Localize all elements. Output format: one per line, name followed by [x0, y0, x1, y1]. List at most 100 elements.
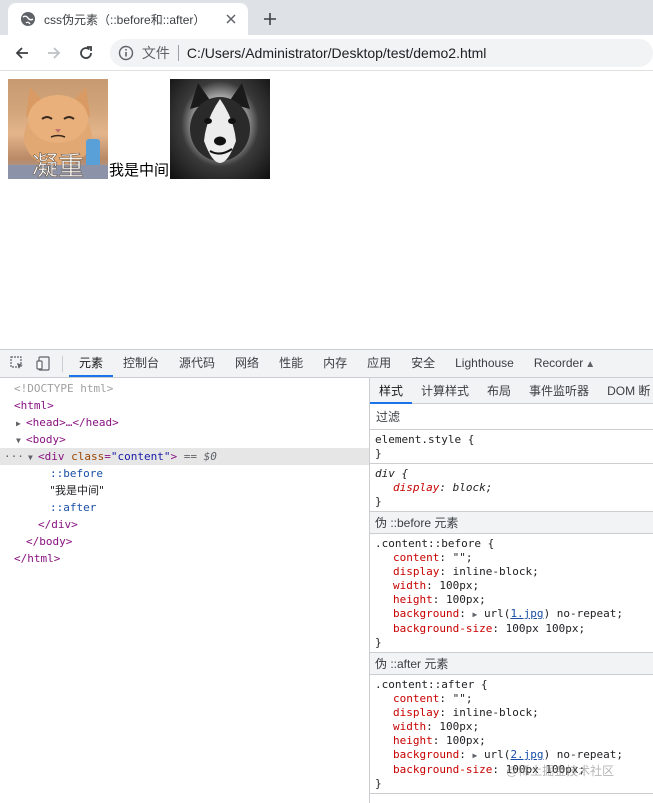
collapse-triangle-icon[interactable]: ▼ — [28, 449, 38, 466]
browser-tab[interactable]: css伪元素（::before和::after） — [8, 3, 248, 35]
dom-tree: <!DOCTYPE html> <html> ▶ <head>…</head> ▼… — [0, 378, 370, 803]
dom-line-div-selected[interactable]: ··· ▼ <div class="content"> == $0 — [0, 448, 369, 465]
html-open-tag: <html> — [14, 399, 54, 412]
cat-image: 凝重 — [8, 79, 108, 179]
url-text[interactable]: C:/Users/Administrator/Desktop/test/demo… — [187, 45, 487, 61]
decl-background-size[interactable]: background-size: 100px 100px; — [375, 622, 653, 636]
globe-icon — [20, 11, 36, 27]
styles-filter-input[interactable]: 过滤 — [370, 404, 653, 430]
tab-lighthouse[interactable]: Lighthouse — [445, 350, 524, 377]
body-open-tag: <body> — [26, 433, 66, 446]
image-link-2[interactable]: 2.jpg — [510, 748, 543, 761]
body-close-tag: </body> — [26, 535, 73, 548]
doctype-text: <!DOCTYPE html> — [14, 382, 114, 395]
dom-line-html[interactable]: <html> — [0, 397, 369, 414]
decl-display: display: block; — [393, 481, 493, 494]
tab-computed[interactable]: 计算样式 — [412, 378, 478, 404]
decl-width[interactable]: width: 100px; — [375, 720, 653, 734]
reload-button[interactable] — [72, 39, 100, 67]
ellipsis-icon[interactable]: ··· — [4, 448, 24, 465]
before-section-header: 伪 ::before 元素 — [370, 512, 653, 534]
after-pseudo: ::after — [50, 501, 97, 514]
devtools-panel: 元素 控制台 源代码 网络 性能 内存 应用 安全 Lighthouse Rec… — [0, 349, 653, 803]
collapse-triangle-icon[interactable]: ▼ — [16, 432, 26, 449]
plus-icon — [264, 13, 276, 25]
dom-line-div-close[interactable]: </div> — [0, 516, 369, 533]
filter-placeholder: 过滤 — [376, 410, 401, 424]
html-close-tag: </html> — [14, 552, 61, 565]
back-button[interactable] — [8, 39, 36, 67]
tab-styles[interactable]: 样式 — [370, 378, 413, 404]
dom-line-html-close[interactable]: </html> — [0, 550, 369, 567]
omnibox-separator — [177, 44, 179, 61]
tab-dom-breakpoints[interactable]: DOM 断 — [598, 378, 653, 404]
tab-event-listeners[interactable]: 事件监听器 — [520, 378, 598, 404]
tab-security[interactable]: 安全 — [401, 350, 445, 377]
tab-recorder-label: Recorder — [533, 356, 584, 370]
styles-pane: 样式 计算样式 布局 事件监听器 DOM 断 过滤 element.style … — [370, 378, 653, 803]
tab-recorder[interactable]: Recorder ▲ — [524, 350, 605, 377]
rule-element-style[interactable]: element.style { } — [370, 430, 653, 464]
expand-triangle-icon[interactable]: ▶ — [16, 415, 26, 432]
head-collapsed-tag: <head>…</head> — [26, 416, 119, 429]
tab-sources[interactable]: 源代码 — [169, 350, 225, 377]
devtools-tabbar: 元素 控制台 源代码 网络 性能 内存 应用 安全 Lighthouse Rec… — [0, 350, 653, 378]
new-tab-button[interactable] — [258, 7, 282, 31]
devtools-body: <!DOCTYPE html> <html> ▶ <head>…</head> ▼… — [0, 378, 653, 803]
dom-line-text[interactable]: "我是中间" — [0, 482, 369, 499]
cat-caption: 凝重 — [32, 152, 84, 179]
arrow-right-icon — [47, 46, 61, 59]
dom-line-before[interactable]: ::before — [0, 465, 369, 482]
decl-content[interactable]: content: ""; — [375, 692, 653, 706]
dom-line-doctype[interactable]: <!DOCTYPE html> — [0, 380, 369, 397]
tab-layout[interactable]: 布局 — [478, 378, 520, 404]
after-section-header: 伪 ::after 元素 — [370, 653, 653, 675]
address-bar[interactable]: 文件 C:/Users/Administrator/Desktop/test/d… — [109, 38, 653, 67]
page-viewport: 凝重 我是中间 — [0, 71, 653, 349]
rule-content-before[interactable]: .content::before { content: ""; display:… — [370, 534, 653, 653]
decl-display[interactable]: display: inline-block; — [375, 706, 653, 720]
div-attr-value: "content" — [110, 450, 171, 463]
inspect-element-icon[interactable] — [4, 351, 30, 377]
decl-content[interactable]: content: ""; — [375, 551, 653, 565]
div-open-tag-end: > — [170, 450, 178, 463]
div-open-tag-start: <div — [38, 450, 65, 463]
tab-memory[interactable]: 内存 — [313, 350, 357, 377]
device-toolbar-icon[interactable] — [30, 351, 56, 377]
dom-line-body-close[interactable]: </body> — [0, 533, 369, 550]
element-style-selector: element.style { — [375, 433, 475, 446]
div-close-tag: </div> — [38, 518, 78, 531]
watermark: @稀土掘金技术社区 — [506, 764, 615, 778]
image-link-1[interactable]: 1.jpg — [510, 607, 543, 620]
browser-toolbar: 文件 C:/Users/Administrator/Desktop/test/d… — [0, 35, 653, 71]
decl-display[interactable]: display: inline-block; — [375, 565, 653, 579]
text-node: "我是中间" — [50, 484, 105, 497]
file-label: 文件 — [141, 44, 170, 61]
rule-div-useragent[interactable]: div { display: block; } — [370, 464, 653, 512]
tab-application[interactable]: 应用 — [357, 350, 401, 377]
decl-height[interactable]: height: 100px; — [375, 734, 653, 748]
reload-icon — [80, 45, 92, 59]
div-selector: div { — [375, 467, 409, 480]
forward-button[interactable] — [40, 39, 68, 67]
tab-performance[interactable]: 性能 — [269, 350, 313, 377]
tab-elements[interactable]: 元素 — [69, 350, 114, 377]
selected-marker: == $0 — [183, 450, 217, 463]
close-icon[interactable] — [222, 10, 240, 28]
tab-network[interactable]: 网络 — [225, 350, 269, 377]
decl-background[interactable]: background: ▶ url(2.jpg) no-repeat; — [375, 748, 653, 763]
decl-background[interactable]: background: ▶ url(1.jpg) no-repeat; — [375, 607, 653, 622]
middle-text: 我是中间 — [109, 161, 170, 179]
tab-title: css伪元素（::before和::after） — [44, 12, 206, 27]
decl-height[interactable]: height: 100px; — [375, 593, 653, 607]
decl-width[interactable]: width: 100px; — [375, 579, 653, 593]
info-icon[interactable] — [118, 45, 134, 61]
flask-icon: ▲ — [585, 359, 596, 370]
tab-console[interactable]: 控制台 — [113, 350, 169, 377]
dom-line-body[interactable]: ▼ <body> — [0, 431, 369, 448]
before-rule-close: } — [375, 636, 382, 649]
dom-line-head[interactable]: ▶ <head>…</head> — [0, 414, 369, 431]
before-selector: .content::before { — [375, 537, 495, 550]
dom-line-after[interactable]: ::after — [0, 499, 369, 516]
styles-tabbar: 样式 计算样式 布局 事件监听器 DOM 断 — [370, 378, 653, 404]
